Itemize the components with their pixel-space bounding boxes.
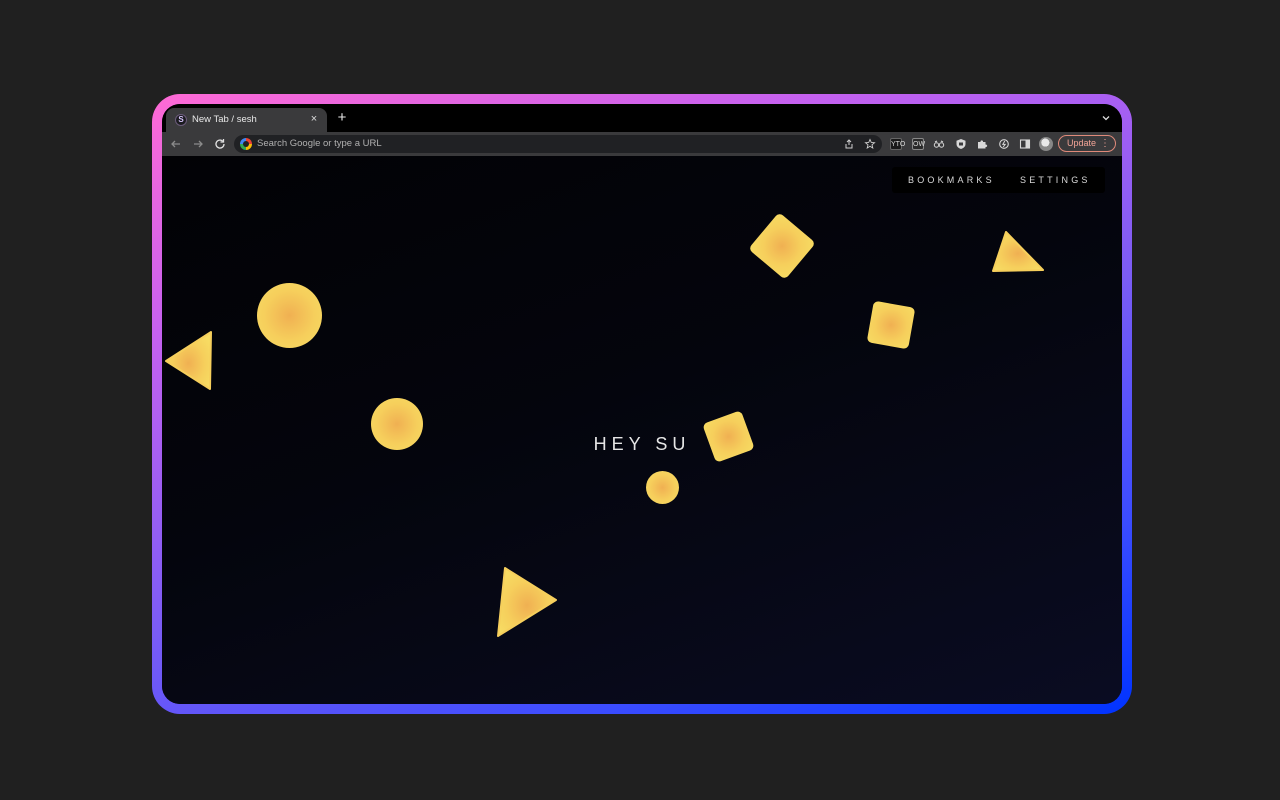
forward-arrow-icon[interactable] — [190, 136, 206, 152]
triangle-shape — [497, 567, 557, 637]
sesh-favicon-icon: S — [175, 114, 187, 126]
profile-avatar[interactable] — [1039, 137, 1053, 151]
more-vert-icon[interactable]: ⋮ — [1100, 137, 1110, 150]
extension-glasses-icon[interactable] — [933, 138, 945, 150]
sync-icon[interactable] — [998, 138, 1010, 150]
star-icon[interactable] — [864, 138, 876, 150]
gradient-frame: S New Tab / sesh × + Search Google or ty… — [152, 94, 1132, 714]
browser-window: S New Tab / sesh × + Search Google or ty… — [162, 104, 1122, 704]
update-button-label: Update — [1067, 138, 1097, 148]
triangle-shape — [165, 331, 212, 390]
puzzle-icon[interactable] — [976, 138, 988, 150]
share-icon[interactable] — [843, 138, 855, 150]
triangle-shape — [992, 231, 1044, 272]
update-button[interactable]: Update ⋮ — [1058, 135, 1116, 152]
extension-yto-icon[interactable]: YTO — [890, 138, 905, 150]
address-bar[interactable]: Search Google or type a URL — [234, 135, 882, 153]
reload-icon[interactable] — [212, 136, 228, 152]
address-bar-placeholder: Search Google or type a URL — [257, 138, 382, 149]
chevron-down-icon[interactable] — [1100, 112, 1112, 124]
tab-strip: S New Tab / sesh × + — [162, 104, 1122, 132]
new-tab-page: BOOKMARKS SETTINGS HEY SU — [162, 156, 1122, 704]
extension-shield-icon[interactable] — [955, 138, 967, 150]
browser-toolbar: Search Google or type a URL YTO OW Updat… — [162, 132, 1122, 156]
tab-new-tab[interactable]: S New Tab / sesh × — [166, 108, 327, 132]
close-icon[interactable]: × — [307, 112, 321, 126]
side-panel-icon[interactable] — [1019, 138, 1031, 150]
new-tab-button[interactable]: + — [334, 110, 350, 127]
triangle-shapes — [165, 231, 1044, 637]
google-icon — [240, 138, 252, 150]
extension-ow-icon[interactable]: OW — [912, 138, 925, 150]
tab-title: New Tab / sesh — [192, 114, 257, 125]
back-arrow-icon[interactable] — [168, 136, 184, 152]
